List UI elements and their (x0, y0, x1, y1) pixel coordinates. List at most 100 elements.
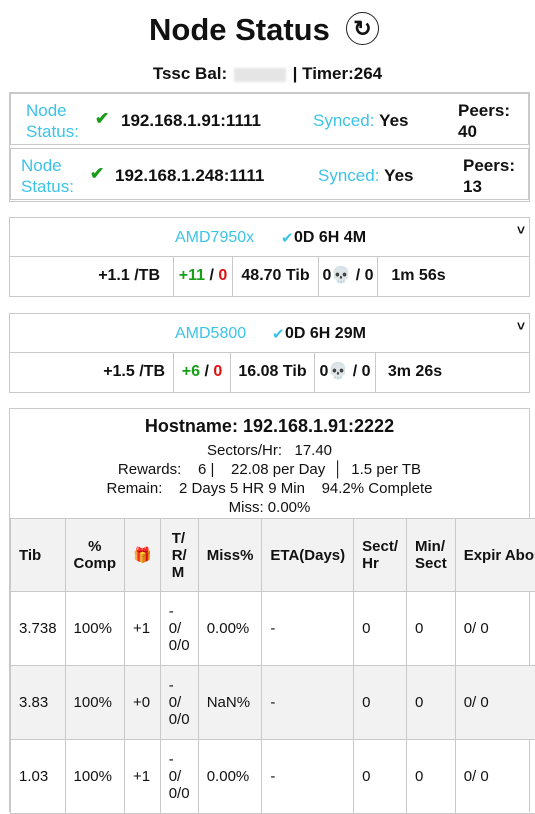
node-status-label: Node Status: (26, 100, 86, 142)
plots-table: Tib % Comp 🎁 T/ R/ M Miss% ETA(Days) Sec… (10, 518, 535, 814)
balance-value-redacted (234, 68, 286, 82)
skull-total: 0 (365, 267, 374, 284)
table-row: 1.03 100% +1 - 0/ 0/0 0.00% - 0 0 0/ 0 (11, 740, 535, 814)
plot-counts: +11 / 0 (174, 256, 233, 296)
machine-header[interactable]: AMD5800 ✔ 0D 6H 29M ˅ (10, 314, 529, 353)
synced-value: Yes (384, 166, 413, 185)
refresh-icon: ↻ (353, 18, 371, 40)
peers-value: 13 (463, 176, 515, 197)
plot-counts: +6 / 0 (174, 352, 231, 392)
node-status-row: Node Status: ✔ 192.168.1.248:1111 Synced… (10, 148, 529, 200)
cell-tib: 3.738 (11, 592, 66, 666)
peers-label: Peers: (463, 155, 515, 176)
peers-count: Peers: 13 (463, 155, 515, 197)
chevron-down-icon[interactable]: ˅ (517, 318, 525, 334)
uptime-check-icon: ✔ (281, 229, 294, 247)
synced-check-icon: ✔ (90, 164, 104, 184)
cell-miss: NaN% (198, 666, 262, 740)
cell-expires: 0/ 0 (455, 592, 535, 666)
sectors-per-hour: Sectors/Hr: 17.40 (10, 442, 529, 459)
machine-header[interactable]: AMD7950x ✔ 0D 6H 4M ˅ (10, 218, 529, 257)
col-trm: T/ R/ M (160, 519, 198, 592)
col-comp: % Comp (65, 519, 124, 592)
machine-stats: +1.5 /TB +6 / 0 16.08 Tib 0💀 / 0 3m 26s (10, 352, 529, 392)
refresh-button[interactable]: ↻ (346, 12, 379, 45)
table-row: 3.83 100% +0 - 0/ 0/0 NaN% - 0 0 0/ 0 (11, 666, 535, 740)
minus-count: 0 (218, 267, 227, 284)
machine-uptime: 0D 6H 29M (285, 325, 366, 343)
synced-status: Synced: Yes (318, 166, 413, 186)
rate-per-tb: +1.1 /TB (10, 256, 174, 296)
page-title: Node Status (149, 10, 330, 50)
cell-tib: 3.83 (11, 666, 66, 740)
cell-sect-hr: 0 (354, 740, 407, 814)
node-status-row: Node Status: ✔ 192.168.1.91:1111 Synced:… (10, 93, 529, 145)
machine-card[interactable]: AMD5800 ✔ 0D 6H 29M ˅ +1.5 /TB +6 / 0 16… (9, 313, 530, 393)
cell-miss: 0.00% (198, 740, 262, 814)
cell-comp: 100% (65, 592, 124, 666)
skull-icon: 💀 (328, 363, 348, 380)
chevron-down-icon[interactable]: ˅ (517, 222, 525, 238)
minus-count: 0 (213, 363, 222, 380)
machine-uptime: 0D 6H 4M (294, 229, 366, 247)
balance-timer-row: Tssc Bal: | Timer:264 (0, 64, 535, 84)
uptime-check-icon: ✔ (272, 325, 285, 343)
skull-stats: 0💀 / 0 (315, 352, 376, 392)
node-address: 192.168.1.91:1111 (121, 111, 261, 131)
peers-label: Peers: (458, 100, 510, 121)
skull-total: 0 (362, 363, 371, 380)
machine-name: AMD5800 (175, 325, 246, 343)
cell-expires: 0/ 0 (455, 740, 535, 814)
skull-stats: 0💀 / 0 (319, 256, 378, 296)
cell-trm: - 0/ 0/0 (160, 592, 198, 666)
node-address: 192.168.1.248:1111 (115, 166, 264, 186)
col-min-sect: Min/ Sect (407, 519, 456, 592)
synced-label: Synced: (318, 166, 379, 185)
remain-line: Remain: 2 Days 5 HR 9 Min 94.2% Complete (10, 480, 529, 497)
cell-tib: 1.03 (11, 740, 66, 814)
machine-card[interactable]: AMD7950x ✔ 0D 6H 4M ˅ +1.1 /TB +11 / 0 4… (9, 217, 530, 297)
cell-trm: - 0/ 0/0 (160, 666, 198, 740)
synced-status: Synced: Yes (313, 111, 408, 131)
miss-line: Miss: 0.00% (10, 499, 529, 516)
col-sect-hr: Sect/ Hr (354, 519, 407, 592)
peers-value: 40 (458, 121, 510, 142)
timer-text: | Timer:264 (293, 64, 383, 83)
col-miss: Miss% (198, 519, 262, 592)
cell-trm: - 0/ 0/0 (160, 740, 198, 814)
cell-miss: 0.00% (198, 592, 262, 666)
synced-label: Synced: (313, 111, 374, 130)
synced-value: Yes (379, 111, 408, 130)
col-tib: Tib (11, 519, 66, 592)
cell-gift: +1 (125, 740, 161, 814)
table-row: 3.738 100% +1 - 0/ 0/0 0.00% - 0 0 0/ 0 (11, 592, 535, 666)
total-tib: 16.08 Tib (231, 352, 315, 392)
cell-expires: 0/ 0 (455, 666, 535, 740)
host-title: Hostname: 192.168.1.91:2222 (10, 416, 529, 437)
skull-icon: 💀 (331, 267, 351, 284)
machine-stats: +1.1 /TB +11 / 0 48.70 Tib 0💀 / 0 1m 56s (10, 256, 529, 296)
cell-sect-hr: 0 (354, 666, 407, 740)
cell-eta: - (262, 740, 354, 814)
cell-min-sect: 0 (407, 740, 456, 814)
node-status-label: Node Status: (21, 155, 81, 197)
gift-icon: 🎁 (125, 519, 161, 592)
peers-count: Peers: 40 (458, 100, 510, 142)
cell-comp: 100% (65, 666, 124, 740)
cell-min-sect: 0 (407, 592, 456, 666)
col-eta-days: ETA(Days) (262, 519, 354, 592)
rate-per-tb: +1.5 /TB (10, 352, 174, 392)
plus-count: +11 (179, 267, 205, 284)
table-header-row: Tib % Comp 🎁 T/ R/ M Miss% ETA(Days) Sec… (11, 519, 535, 592)
cell-sect-hr: 0 (354, 592, 407, 666)
col-expires: Expir Abou (455, 519, 535, 592)
cell-eta: - (262, 666, 354, 740)
machine-name: AMD7950x (175, 229, 254, 247)
plus-count: +6 (182, 363, 200, 380)
rewards-line: Rewards: 6 | 22.08 per Day │ 1.5 per TB (10, 461, 529, 478)
cell-gift: +0 (125, 666, 161, 740)
cell-comp: 100% (65, 740, 124, 814)
cell-min-sect: 0 (407, 666, 456, 740)
machine-eta: 1m 56s (378, 256, 459, 296)
synced-check-icon: ✔ (95, 109, 109, 129)
